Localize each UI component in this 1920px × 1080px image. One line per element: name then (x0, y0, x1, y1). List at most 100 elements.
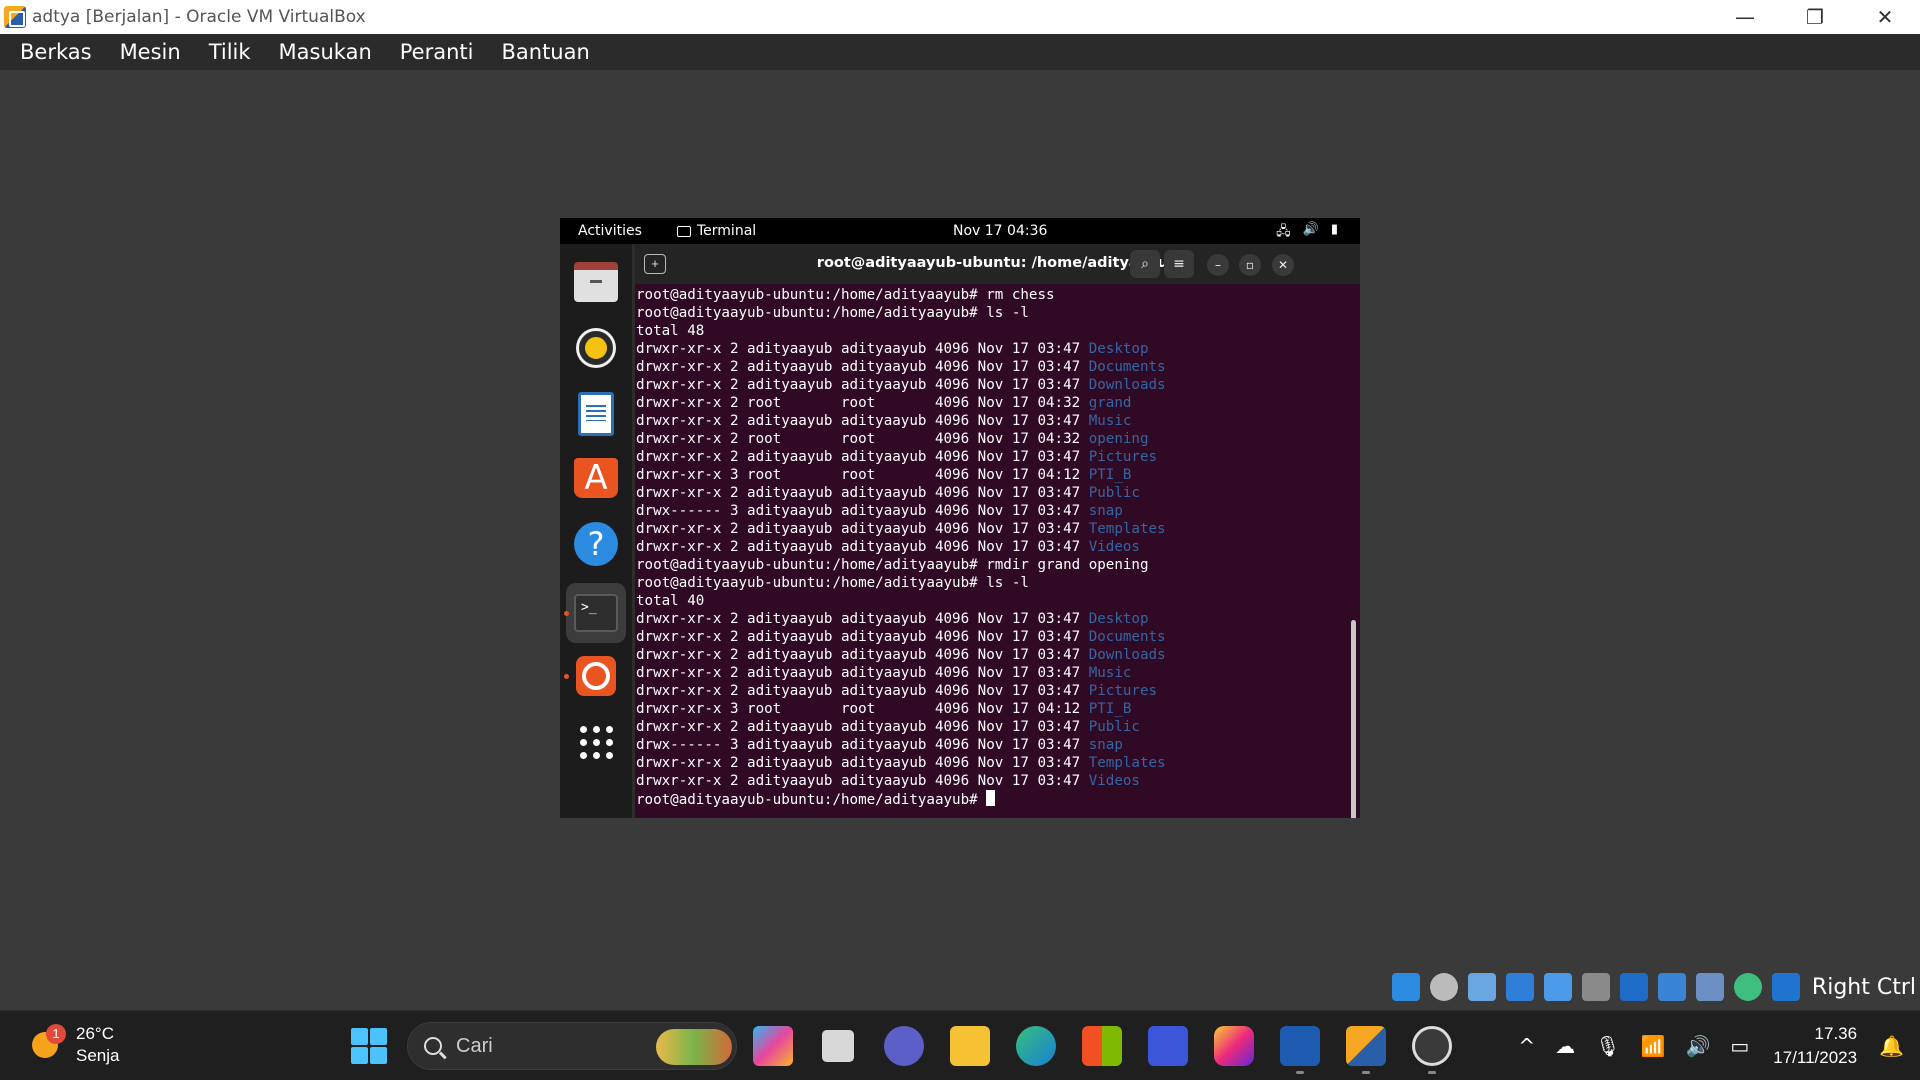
close-button[interactable]: ✕ (1850, 0, 1920, 34)
dock-rhythmbox[interactable] (572, 324, 620, 372)
display-icon[interactable] (1619, 973, 1648, 1001)
terminal-small-icon (677, 225, 691, 237)
terminal-text: drwxr-xr-x 2 adityaayub adityaayub 4096 … (636, 719, 1089, 735)
virtualbox-taskbar-icon[interactable] (1280, 1026, 1320, 1066)
onedrive-icon[interactable]: ☁ (1555, 1034, 1575, 1058)
minimize-button[interactable]: — (1710, 0, 1780, 34)
terminal-text: drwxr-xr-x 2 adityaayub adityaayub 4096 … (636, 611, 1089, 627)
dock-ubuntu[interactable] (572, 652, 620, 700)
shared-folders-icon[interactable] (1581, 973, 1610, 1001)
terminal-window[interactable]: + root@adityaayub-ubuntu: /home/adityaay… (635, 244, 1360, 818)
battery-icon: ▮ (1330, 222, 1338, 237)
usb-icon[interactable] (1543, 973, 1572, 1001)
notification-bell-icon[interactable]: 🔔 (1879, 1034, 1904, 1058)
microphone-icon[interactable]: 🎙 (1595, 1034, 1620, 1058)
restore-button[interactable]: ❐ (1780, 0, 1850, 34)
teams-chat-icon[interactable] (884, 1026, 924, 1066)
taskbar-search[interactable]: Cari (407, 1022, 737, 1070)
taskbar-clock[interactable]: 17.36 17/11/2023 (1773, 1022, 1857, 1070)
recording-icon[interactable] (1657, 973, 1686, 1001)
search-button[interactable]: ⌕ (1130, 250, 1160, 278)
hamburger-menu-button[interactable]: ≡ (1164, 250, 1194, 278)
directory-name: Desktop (1088, 341, 1149, 357)
terminal-close-button[interactable]: ✕ (1272, 254, 1294, 276)
directory-name: Documents (1088, 359, 1166, 375)
volume-icon: 🔊 (1302, 222, 1319, 237)
copilot-icon[interactable] (753, 1026, 793, 1066)
dock-terminal[interactable]: >_ (566, 583, 626, 643)
show-hidden-icons-button[interactable]: ^ (1518, 1034, 1535, 1058)
weather-widget[interactable]: 1 26°C Senja (26, 1023, 119, 1067)
clock-time: 17.36 (1814, 1024, 1858, 1043)
network-icon[interactable] (1505, 973, 1534, 1001)
terminal-scrollbar[interactable] (1351, 620, 1356, 818)
app-menu[interactable]: Terminal (677, 223, 756, 239)
dock-show-apps[interactable] (572, 718, 620, 766)
audio-icon[interactable] (1467, 973, 1496, 1001)
terminal-icon: >_ (574, 594, 618, 632)
terminal-text: root@adityaayub-ubuntu:/home/adityaayub# (636, 792, 987, 808)
directory-name: Videos (1088, 539, 1140, 555)
hamburger-menu-icon: ≡ (1173, 256, 1185, 272)
hard-disk-icon[interactable] (1391, 973, 1420, 1001)
terminal-maximize-button[interactable]: ▫ (1239, 254, 1261, 276)
menu-masukan[interactable]: Masukan (279, 40, 372, 64)
dock-writer[interactable] (572, 390, 620, 438)
file-explorer-icon[interactable] (950, 1026, 990, 1066)
directory-name: Pictures (1088, 449, 1158, 465)
terminal-line: drwxr-xr-x 2 adityaayub adityaayub 4096 … (636, 412, 1360, 430)
dock-files[interactable] (572, 258, 620, 306)
vbox-menu-bar: Berkas Mesin Tilik Masukan Peranti Bantu… (0, 34, 1920, 70)
speaker-icon[interactable]: 🔊 (1685, 1034, 1710, 1058)
maximize-icon: ▫ (1245, 258, 1255, 272)
terminal-text: drwxr-xr-x 2 adityaayub adityaayub 4096 … (636, 413, 1089, 429)
windows-taskbar: 1 26°C Senja Cari ^ ☁ 🎙 📶 🔊 ▭ 17.36 17/1… (0, 1010, 1920, 1080)
battery-icon[interactable]: ▭ (1730, 1034, 1749, 1058)
wifi-icon[interactable]: 📶 (1641, 1034, 1666, 1058)
terminal-line: drwxr-xr-x 2 adityaayub adityaayub 4096 … (636, 772, 1360, 790)
task-view-icon[interactable] (822, 1030, 854, 1062)
optical-drive-icon[interactable] (1429, 973, 1458, 1001)
directory-name: PTI_B (1088, 701, 1132, 717)
start-button[interactable] (351, 1028, 387, 1064)
terminal-output[interactable]: root@adityaayub-ubuntu:/home/adityaayub#… (635, 284, 1360, 818)
menu-berkas[interactable]: Berkas (20, 40, 92, 64)
terminal-text: root@adityaayub-ubuntu:/home/adityaayub#… (636, 575, 1029, 591)
terminal-line: root@adityaayub-ubuntu:/home/adityaayub#… (636, 574, 1360, 592)
activities-button[interactable]: Activities (578, 223, 642, 239)
directory-name: Public (1088, 485, 1140, 501)
terminal-text: drwxr-xr-x 2 adityaayub adityaayub 4096 … (636, 773, 1089, 789)
terminal-line: drwx------ 3 adityaayub adityaayub 4096 … (636, 502, 1360, 520)
gnome-clock[interactable]: Nov 17 04:36 (953, 223, 1047, 239)
terminal-text: total 40 (636, 593, 705, 609)
directory-name: Downloads (1088, 647, 1166, 663)
terminal-text: drwxr-xr-x 3 root root 4096 Nov 17 04:12 (636, 701, 1089, 717)
terminal-minimize-button[interactable]: – (1207, 254, 1229, 276)
microsoft-store-icon[interactable] (1082, 1026, 1122, 1066)
dock-app-center[interactable]: A (572, 454, 620, 502)
obs-icon[interactable] (1412, 1026, 1452, 1066)
gnome-system-tray[interactable]: 🖧 🔊 ▮ (1276, 222, 1338, 244)
notification-badge: 1 (46, 1024, 66, 1044)
terminal-text: drwxr-xr-x 2 adityaayub adityaayub 4096 … (636, 359, 1089, 375)
vm-running-icon[interactable] (1346, 1026, 1386, 1066)
terminal-line: drwxr-xr-x 2 adityaayub adityaayub 4096 … (636, 448, 1360, 466)
dock-help[interactable]: ? (572, 520, 620, 568)
mouse-integration-icon[interactable] (1733, 973, 1762, 1001)
cpu-icon[interactable] (1695, 973, 1724, 1001)
menu-mesin[interactable]: Mesin (120, 40, 181, 64)
capture-icon[interactable] (1771, 973, 1800, 1001)
search-placeholder: Cari (456, 1034, 493, 1057)
network-wired-icon: 🖧 (1276, 224, 1291, 239)
menu-tilik[interactable]: Tilik (209, 40, 251, 64)
directory-name: Documents (1088, 629, 1166, 645)
vm-display[interactable]: Activities Terminal Nov 17 04:36 🖧 🔊 ▮ A… (560, 218, 1360, 818)
menu-peranti[interactable]: Peranti (400, 40, 474, 64)
app-menu-label: Terminal (697, 223, 757, 239)
terminal-line: drwxr-xr-x 2 adityaayub adityaayub 4096 … (636, 610, 1360, 628)
visual-studio-icon[interactable] (1148, 1026, 1188, 1066)
edge-icon[interactable] (1016, 1026, 1056, 1066)
instagram-icon[interactable] (1214, 1026, 1254, 1066)
terminal-line: drwx------ 3 adityaayub adityaayub 4096 … (636, 736, 1360, 754)
menu-bantuan[interactable]: Bantuan (501, 40, 589, 64)
